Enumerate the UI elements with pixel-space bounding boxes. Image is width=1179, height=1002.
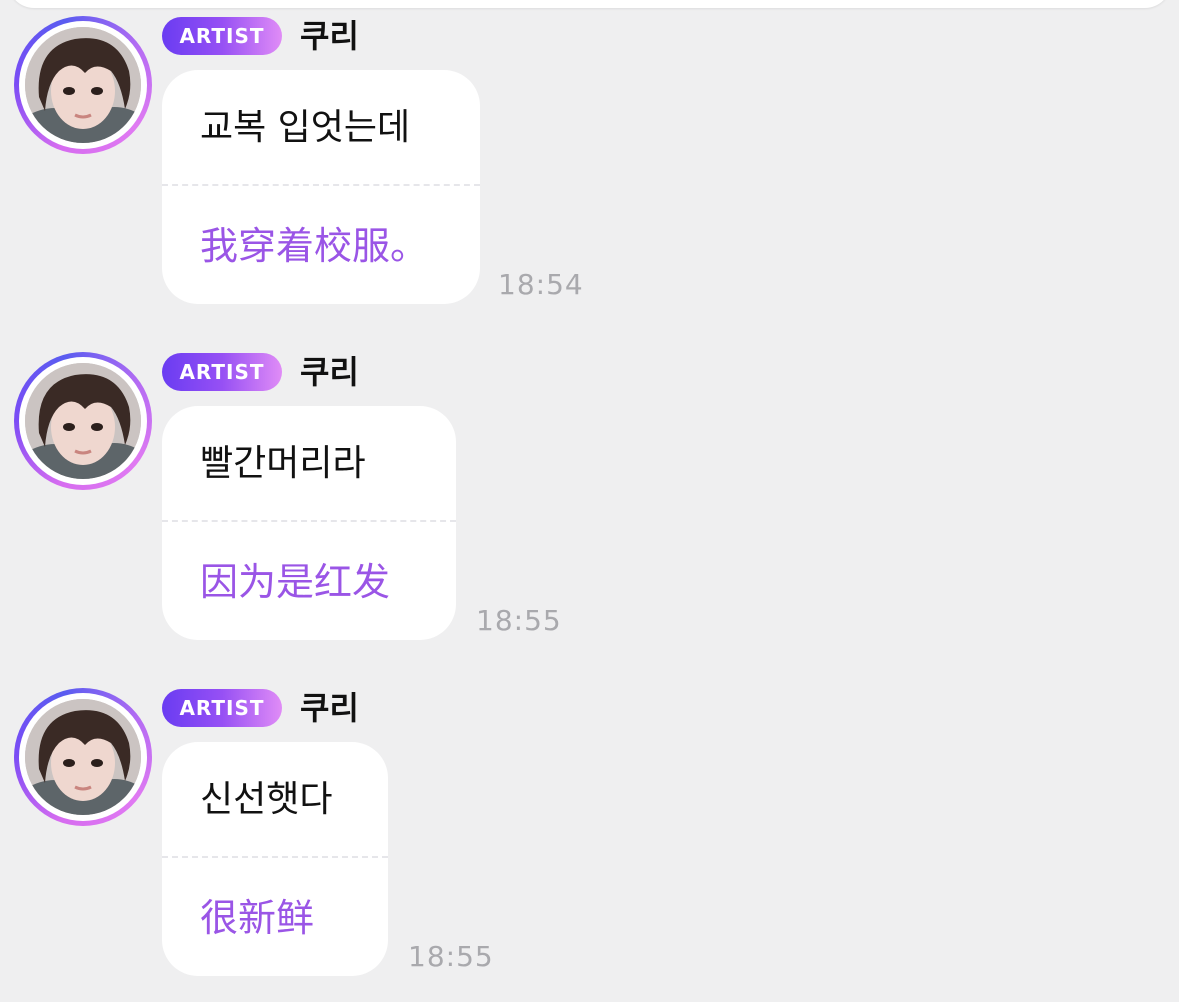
original-message-text: 신선햇다 [200,779,333,820]
translated-message-text: 很新鲜 [200,896,315,940]
avatar[interactable] [14,352,152,490]
translated-message-text: 我穿着校服。 [200,224,429,268]
original-message-text: 교복 입엇는데 [200,107,411,148]
sender-name[interactable]: 쿠리 [300,14,359,58]
translated-message-text: 因为是红发 [200,560,391,604]
message-timestamp: 18:55 [408,940,494,973]
original-message-text: 빨간머리라 [200,443,366,484]
avatar-photo [25,27,141,143]
sender-name[interactable]: 쿠리 [300,686,359,730]
avatar-photo [25,363,141,479]
translation-divider [162,520,456,522]
artist-badge: ARTIST [162,353,282,391]
message-bubble[interactable]: 신선햇다 很新鲜 [162,742,388,976]
message-timestamp: 18:55 [476,604,562,637]
avatar-ring-inner [19,357,147,485]
avatar-ring-inner [19,693,147,821]
message-bubble[interactable]: 빨간머리라 因为是红发 [162,406,456,640]
message-timestamp: 18:54 [498,268,584,301]
message-bubble[interactable]: 교복 입엇는데 我穿着校服。 [162,70,480,304]
avatar-photo [25,699,141,815]
previous-message-card-edge [8,0,1171,8]
avatar[interactable] [14,688,152,826]
translation-divider [162,856,388,858]
avatar[interactable] [14,16,152,154]
avatar-ring-inner [19,21,147,149]
profile-photo-icon [25,363,141,479]
profile-photo-icon [25,27,141,143]
sender-name[interactable]: 쿠리 [300,350,359,394]
translation-divider [162,184,480,186]
artist-badge: ARTIST [162,689,282,727]
artist-badge: ARTIST [162,17,282,55]
profile-photo-icon [25,699,141,815]
